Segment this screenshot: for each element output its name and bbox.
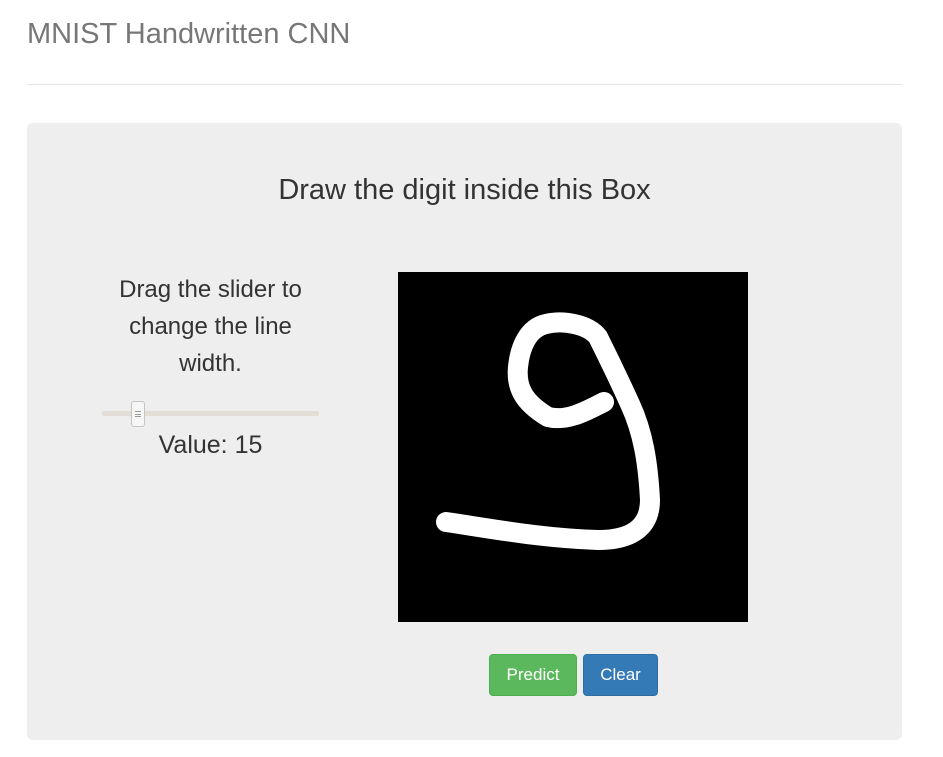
slider-handle[interactable]	[131, 401, 146, 427]
drawing-canvas[interactable]	[398, 272, 748, 622]
drawing-panel: Draw the digit inside this Box Drag the …	[27, 123, 902, 740]
page-title: MNIST Handwritten CNN	[27, 18, 351, 50]
header-divider	[27, 84, 902, 85]
clear-button[interactable]: Clear	[583, 654, 658, 696]
line-width-value: Value: 15	[103, 427, 318, 463]
value-number: 15	[234, 431, 263, 459]
predict-button[interactable]: Predict	[489, 654, 577, 696]
value-label: Value:	[158, 431, 228, 459]
line-width-slider[interactable]	[102, 401, 319, 429]
slider-instructions: Drag the slider to change the line width…	[119, 276, 302, 377]
panel-heading: Draw the digit inside this Box	[278, 174, 651, 206]
grip-icon	[135, 411, 142, 417]
